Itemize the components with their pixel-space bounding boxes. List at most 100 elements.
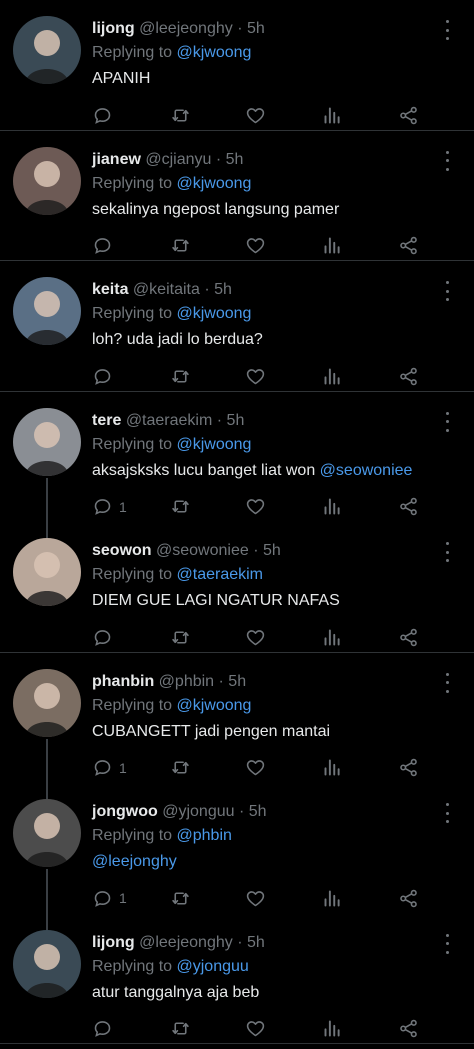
avatar[interactable] — [13, 668, 81, 737]
retweet-button[interactable] — [170, 496, 191, 518]
reply-tweet[interactable]: lijong @leejeonghy · 5h Replying to @yjo… — [0, 914, 474, 1044]
timestamp[interactable]: 5h — [263, 542, 281, 559]
retweet-button[interactable] — [170, 235, 191, 257]
reply-tweet[interactable]: jongwoo @yjonguu · 5h Replying to @phbin… — [0, 783, 474, 930]
username-handle[interactable]: @leejeonghy — [139, 934, 233, 951]
replying-to-mention[interactable]: @kjwoong — [177, 175, 252, 192]
username-handle[interactable]: @yjonguu — [162, 803, 234, 820]
share-button[interactable] — [398, 757, 419, 779]
replying-to-mention[interactable]: @taeraekim — [177, 566, 264, 583]
share-button[interactable] — [398, 235, 419, 257]
analytics-icon — [324, 1020, 340, 1037]
reply-button[interactable] — [92, 365, 119, 387]
timestamp[interactable]: 5h — [228, 673, 246, 690]
reply-tweet[interactable]: tere @taeraekim · 5h Replying to @kjwoon… — [0, 392, 474, 538]
share-button[interactable] — [398, 365, 419, 387]
avatar[interactable] — [13, 146, 81, 215]
username-handle[interactable]: @seowoniee — [156, 542, 249, 559]
username-handle[interactable]: @keitaita — [133, 281, 200, 298]
replying-to-mention[interactable]: @kjwoong — [177, 697, 252, 714]
avatar[interactable] — [13, 799, 81, 867]
replying-to-mention[interactable]: @kjwoong — [177, 305, 252, 322]
like-button[interactable] — [245, 365, 266, 387]
replying-to-mention[interactable]: @kjwoong — [177, 44, 252, 61]
timestamp[interactable]: 5h — [214, 281, 232, 298]
analytics-button[interactable] — [322, 365, 343, 387]
reply-button[interactable]: 1 — [92, 757, 127, 779]
analytics-button[interactable] — [322, 235, 343, 257]
retweet-button[interactable] — [170, 365, 191, 387]
share-button[interactable] — [398, 887, 419, 909]
like-button[interactable] — [245, 235, 266, 257]
share-button[interactable] — [398, 1018, 419, 1040]
like-button[interactable] — [245, 757, 266, 779]
more-options-icon[interactable] — [442, 150, 452, 171]
display-name[interactable]: tere — [92, 412, 121, 429]
timestamp[interactable]: 5h — [247, 934, 265, 951]
mention-link[interactable]: @leejonghy — [92, 853, 177, 870]
reply-tweet[interactable]: seowon @seowoniee · 5h Replying to @taer… — [0, 522, 474, 653]
avatar[interactable] — [13, 538, 81, 606]
reply-button[interactable]: 1 — [92, 496, 127, 518]
avatar[interactable] — [13, 16, 81, 84]
display-name[interactable]: jianew — [92, 151, 141, 168]
username-handle[interactable]: @phbin — [159, 673, 214, 690]
retweet-button[interactable] — [170, 887, 191, 909]
reply-button[interactable] — [92, 626, 119, 648]
display-name[interactable]: seowon — [92, 542, 152, 559]
timestamp[interactable]: 5h — [227, 412, 245, 429]
more-options-icon[interactable] — [442, 20, 452, 40]
username-handle[interactable]: @leejeonghy — [139, 20, 233, 37]
display-name[interactable]: phanbin — [92, 673, 154, 690]
reply-tweet[interactable]: phanbin @phbin · 5h Replying to @kjwoong… — [0, 653, 474, 799]
display-name[interactable]: lijong — [92, 934, 135, 951]
analytics-button[interactable] — [322, 104, 343, 126]
reply-tweet[interactable]: keita @keitaita · 5h Replying to @kjwoon… — [0, 261, 474, 392]
analytics-button[interactable] — [322, 626, 343, 648]
analytics-button[interactable] — [322, 757, 343, 779]
more-options-icon[interactable] — [442, 803, 452, 823]
display-name[interactable]: jongwoo — [92, 803, 158, 820]
more-options-icon[interactable] — [442, 672, 452, 693]
retweet-button[interactable] — [170, 757, 191, 779]
analytics-button[interactable] — [322, 887, 343, 909]
username-handle[interactable]: @taeraekim — [126, 412, 213, 429]
share-button[interactable] — [398, 104, 419, 126]
avatar[interactable] — [13, 277, 81, 345]
analytics-button[interactable] — [322, 1018, 343, 1040]
avatar[interactable] — [13, 929, 81, 998]
like-button[interactable] — [245, 104, 266, 126]
share-button[interactable] — [398, 626, 419, 648]
display-name[interactable]: lijong — [92, 20, 135, 37]
like-button[interactable] — [245, 887, 266, 909]
avatar[interactable] — [13, 407, 81, 476]
more-options-icon[interactable] — [442, 542, 452, 562]
replying-to-mention[interactable]: @yjonguu — [177, 958, 249, 975]
more-options-icon[interactable] — [442, 933, 452, 954]
reply-button[interactable] — [92, 235, 119, 257]
retweet-button[interactable] — [170, 104, 191, 126]
analytics-button[interactable] — [322, 496, 343, 518]
reply-button[interactable] — [92, 1018, 119, 1040]
display-name[interactable]: keita — [92, 281, 128, 298]
more-options-icon[interactable] — [442, 281, 452, 301]
username-handle[interactable]: @cjianyu — [145, 151, 211, 168]
reply-tweet[interactable]: lijong @leejeonghy · 5h Replying to @kjw… — [0, 0, 474, 131]
replying-to-line: Replying to @kjwoong — [92, 44, 251, 62]
timestamp[interactable]: 5h — [226, 151, 244, 168]
retweet-button[interactable] — [170, 1018, 191, 1040]
more-options-icon[interactable] — [442, 411, 452, 432]
reply-button[interactable] — [92, 104, 119, 126]
retweet-button[interactable] — [170, 626, 191, 648]
like-button[interactable] — [245, 626, 266, 648]
mention-link[interactable]: @seowoniee — [320, 462, 413, 479]
reply-tweet[interactable]: jianew @cjianyu · 5h Replying to @kjwoon… — [0, 131, 474, 261]
timestamp[interactable]: 5h — [247, 20, 265, 37]
replying-to-mention[interactable]: @phbin — [177, 827, 232, 844]
like-button[interactable] — [245, 496, 266, 518]
like-button[interactable] — [245, 1018, 266, 1040]
share-button[interactable] — [398, 496, 419, 518]
replying-to-mention[interactable]: @kjwoong — [177, 436, 252, 453]
timestamp[interactable]: 5h — [249, 803, 267, 820]
reply-button[interactable]: 1 — [92, 887, 127, 909]
